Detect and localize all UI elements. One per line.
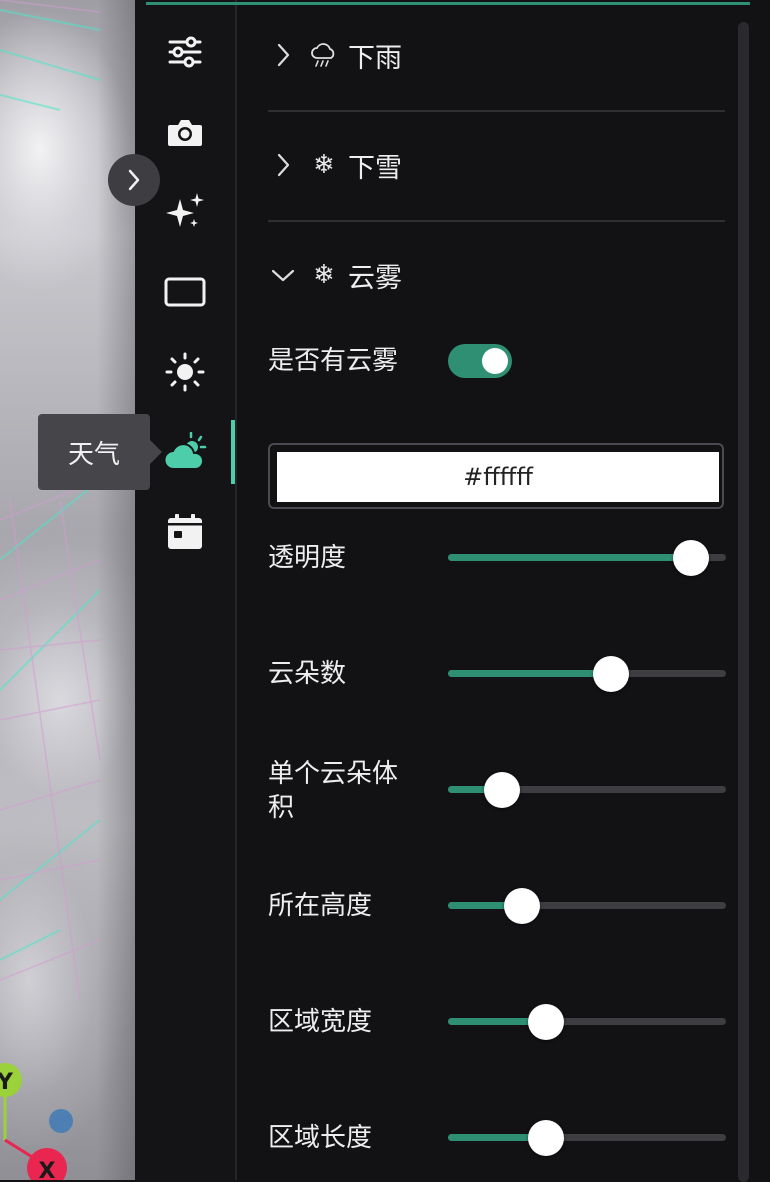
section-snow-label: 下雪 [348, 152, 402, 184]
axis-y-label: Y [0, 1070, 14, 1095]
slider-fill [448, 554, 692, 561]
panel-scrollbar[interactable] [738, 22, 749, 1182]
fog-color-input[interactable] [277, 452, 719, 502]
rail-tooltip: 天气 [38, 414, 162, 490]
slider-label-height: 所在高度 [268, 891, 373, 921]
weather-icon [163, 432, 207, 471]
toggle-knob [482, 348, 508, 374]
fog-toggle-label: 是否有云雾 [268, 346, 399, 376]
cloud-volume-slider[interactable] [448, 772, 726, 808]
section-rain[interactable]: 下雨 [268, 0, 725, 112]
rail-item-camera[interactable] [135, 102, 235, 162]
sparkles-icon [166, 193, 204, 227]
slider-label-cloud-count: 云朵数 [268, 659, 347, 689]
slider-thumb[interactable] [527, 1120, 564, 1156]
area-length-slider[interactable] [448, 1120, 726, 1156]
chevron-right-icon [268, 150, 298, 180]
area-width-slider[interactable] [448, 1004, 726, 1040]
fog-toggle[interactable] [448, 344, 512, 378]
slider-label-area-length: 区域长度 [268, 1123, 373, 1153]
section-fog-label: 云雾 [348, 262, 402, 294]
slider-thumb[interactable] [593, 656, 630, 692]
calendar-icon [168, 514, 202, 549]
tooltip-text: 天气 [67, 439, 120, 470]
camera-icon [168, 120, 202, 146]
section-fog[interactable]: ❄ 云雾 [268, 220, 725, 330]
axis-x-label: X [39, 1159, 56, 1180]
slider-label-opacity: 透明度 [268, 543, 347, 573]
slider-thumb[interactable] [503, 888, 540, 924]
rail-item-calendar[interactable] [135, 502, 235, 562]
height-slider[interactable] [448, 888, 726, 924]
sliders-icon [168, 36, 202, 68]
slider-label-area-width: 区域宽度 [268, 1007, 373, 1037]
opacity-slider[interactable] [448, 540, 726, 576]
fog-color-field [268, 443, 724, 509]
rail-item-settings[interactable] [135, 22, 235, 82]
rail-active-indicator [231, 420, 235, 484]
slider-thumb[interactable] [673, 540, 710, 576]
slider-label-cloud-volume: 单个云朵体积 [268, 759, 399, 823]
section-snow[interactable]: ❄ 下雪 [268, 110, 725, 222]
axis-z-handle [49, 1109, 73, 1133]
snowflake-icon: ❄ [313, 150, 335, 180]
expand-panel-button[interactable] [108, 154, 160, 206]
cloud-rain-icon [308, 40, 340, 70]
slider-thumb[interactable] [527, 1004, 564, 1040]
slider-fill [448, 670, 612, 677]
slider-thumb[interactable] [484, 772, 521, 808]
cloud-count-slider[interactable] [448, 656, 726, 692]
rail-item-frame[interactable] [135, 262, 235, 322]
chevron-right-icon [128, 169, 140, 191]
rail-item-lighting[interactable] [135, 342, 235, 402]
chevron-right-icon [268, 40, 298, 70]
rectangle-icon [164, 277, 206, 307]
chevron-down-icon [268, 260, 298, 290]
snowflake-icon: ❄ [313, 260, 335, 290]
section-rain-label: 下雨 [348, 42, 402, 74]
sun-icon [165, 352, 205, 392]
